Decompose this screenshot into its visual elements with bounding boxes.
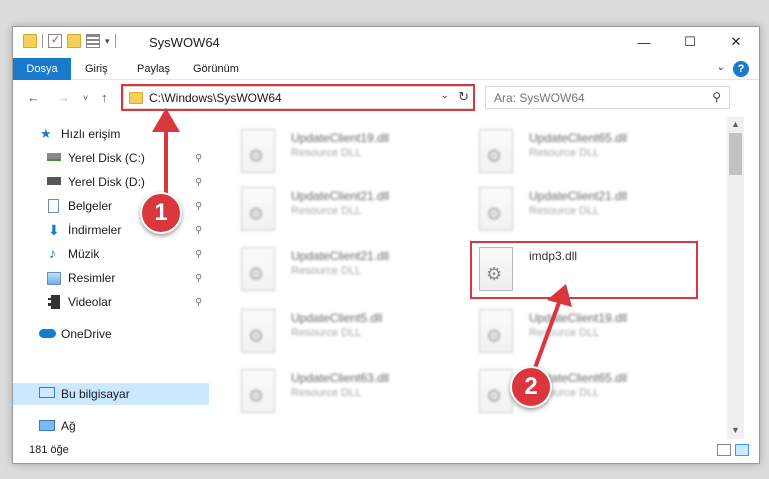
step-2-badge: 2	[510, 366, 552, 408]
arrow-2-shaft	[530, 299, 562, 377]
step-1-badge: 1	[140, 192, 182, 234]
annotation-arrows	[152, 108, 572, 377]
arrow-1-head	[152, 108, 180, 132]
